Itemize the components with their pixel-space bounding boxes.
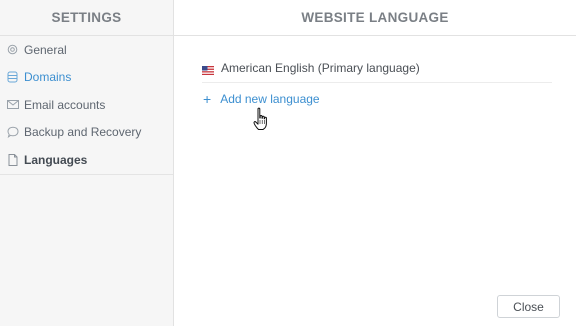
sidebar-item-email-accounts[interactable]: Email accounts bbox=[0, 91, 173, 119]
hand-cursor-icon bbox=[252, 107, 274, 133]
sidebar-item-backup-and-recovery[interactable]: Backup and Recovery bbox=[0, 119, 173, 147]
speech-bubble-icon bbox=[6, 126, 19, 139]
envelope-icon bbox=[6, 98, 19, 111]
plus-icon: + bbox=[203, 91, 212, 107]
website-language-panel: WEBSITE LANGUAGE American English (Prima… bbox=[174, 0, 576, 326]
gear-icon bbox=[6, 43, 19, 56]
sidebar-item-label: Domains bbox=[24, 70, 72, 85]
database-icon bbox=[6, 71, 19, 84]
settings-window: SETTINGS General Domains Email accounts bbox=[0, 0, 576, 326]
page-title: WEBSITE LANGUAGE bbox=[174, 0, 576, 36]
sidebar-item-languages[interactable]: Languages bbox=[0, 146, 173, 174]
sidebar-item-label: Email accounts bbox=[24, 97, 106, 112]
sidebar-title: SETTINGS bbox=[0, 0, 173, 36]
sidebar-item-domains[interactable]: Domains bbox=[0, 64, 173, 92]
sidebar-nav: General Domains Email accounts Backup an… bbox=[0, 36, 173, 175]
language-item[interactable]: American English (Primary language) bbox=[202, 54, 552, 83]
sidebar-item-label: General bbox=[24, 42, 67, 57]
document-icon bbox=[6, 153, 19, 166]
us-flag-icon bbox=[202, 64, 214, 75]
sidebar-item-general[interactable]: General bbox=[0, 36, 173, 64]
add-new-language-link[interactable]: + Add new language bbox=[203, 92, 320, 106]
sidebar-item-label: Backup and Recovery bbox=[24, 125, 142, 140]
add-new-language-label: Add new language bbox=[220, 92, 320, 106]
close-button[interactable]: Close bbox=[497, 295, 560, 318]
sidebar-item-label: Languages bbox=[24, 152, 88, 167]
settings-sidebar: SETTINGS General Domains Email accounts bbox=[0, 0, 174, 326]
language-label: American English (Primary language) bbox=[221, 61, 420, 75]
